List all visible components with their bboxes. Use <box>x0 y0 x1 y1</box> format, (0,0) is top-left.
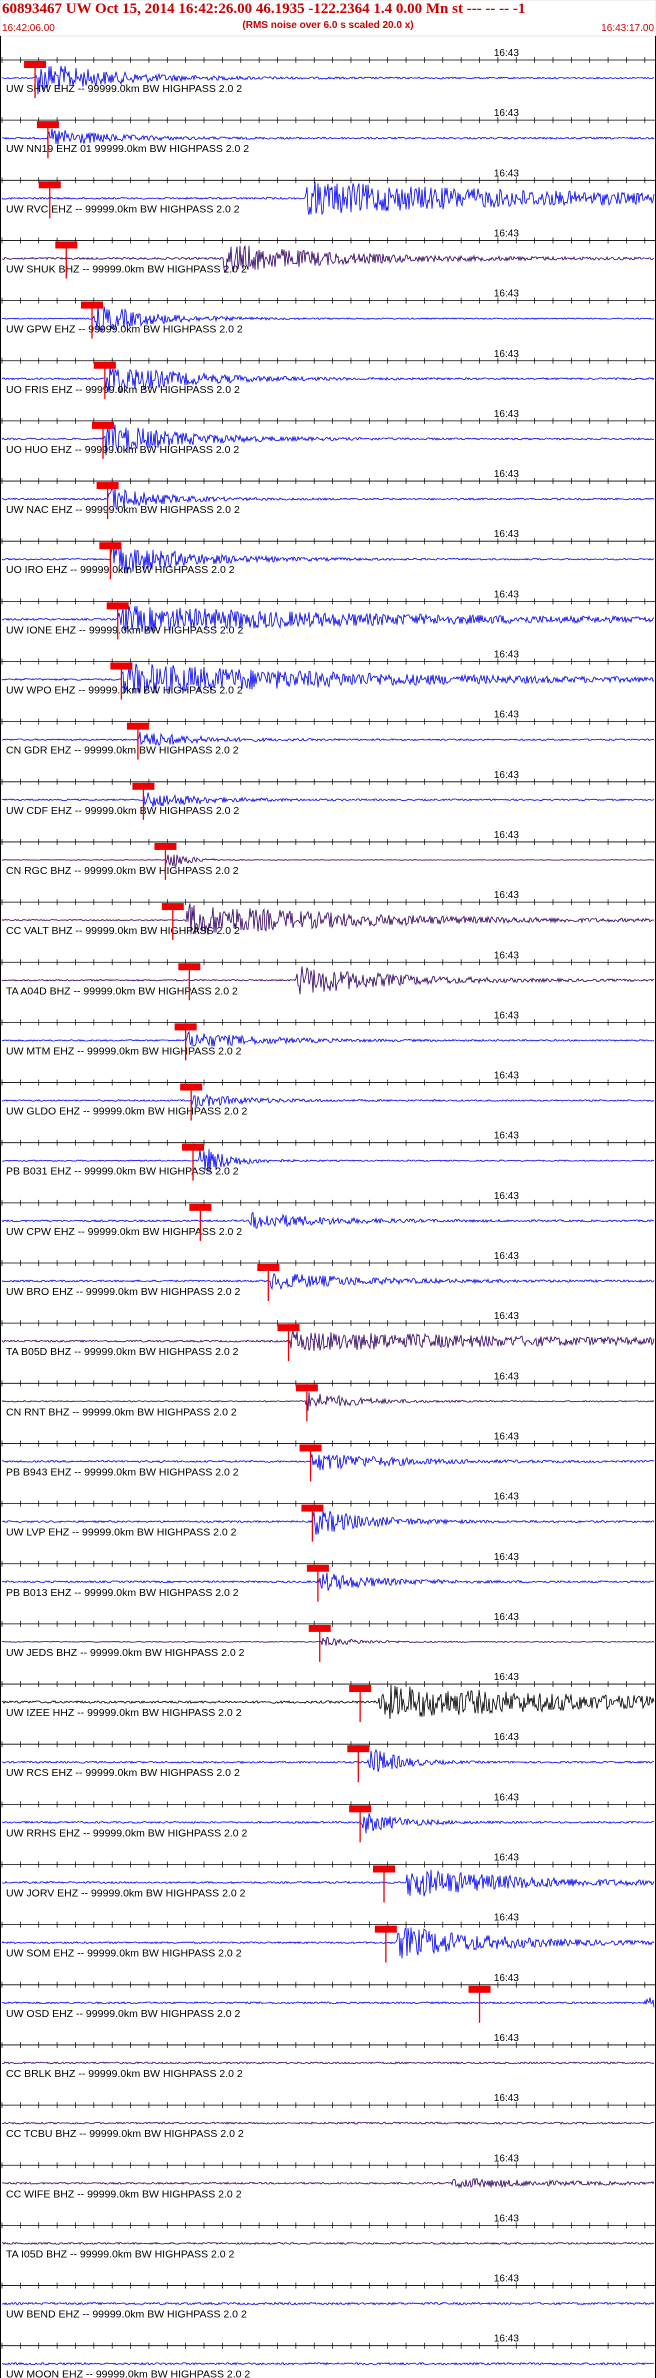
station-label: UW CPW EHZ -- 99999.0km BW HIGHPASS 2.0 … <box>6 1226 242 1238</box>
tick-label: 16:43 <box>494 1191 519 1202</box>
tick-label: 16:43 <box>494 108 519 119</box>
station-label: UW SHUK BHZ -- 99999.0km BW HIGHPASS 2.0… <box>6 263 247 275</box>
tick-label: 16:43 <box>494 770 519 781</box>
station-label: CN GDR EHZ -- 99999.0km BW HIGHPASS 2.0 … <box>6 745 239 757</box>
tick-label: 16:43 <box>494 1492 519 1503</box>
tick-label: 16:43 <box>494 710 519 721</box>
station-label: UW BEND EHZ -- 99999.0km BW HIGHPASS 2.0… <box>6 2309 247 2321</box>
station-label: UO IRO EHZ -- 99999.0km BW HIGHPASS 2.0 … <box>6 564 235 576</box>
tick-label: 16:43 <box>494 1853 519 1864</box>
tick-label: 16:43 <box>494 2033 519 2044</box>
tick-label: 16:43 <box>494 228 519 239</box>
tick-label: 16:43 <box>494 1371 519 1382</box>
station-label: UW SOM EHZ -- 99999.0km BW HIGHPASS 2.0 … <box>6 1948 242 1960</box>
station-label: CN RGC BHZ -- 99999.0km BW HIGHPASS 2.0 … <box>6 865 239 877</box>
station-label: UW GLDO EHZ -- 99999.0km BW HIGHPASS 2.0… <box>6 1106 248 1118</box>
tick-label: 16:43 <box>494 529 519 540</box>
station-label: UW RVC EHZ -- 99999.0km BW HIGHPASS 2.0 … <box>6 203 240 215</box>
station-label: UW RRHS EHZ -- 99999.0km BW HIGHPASS 2.0… <box>6 1827 248 1839</box>
station-label: CC TCBU BHZ -- 99999.0km BW HIGHPASS 2.0… <box>6 2128 244 2140</box>
station-label: UW MOON EHZ -- 99999.0km BW HIGHPASS 2.0… <box>6 2369 250 2378</box>
seismogram-plot: 60893467 UW Oct 15, 2014 16:42:26.00 46.… <box>0 0 656 2378</box>
tick-label: 16:43 <box>494 1732 519 1743</box>
tick-label: 16:43 <box>494 1792 519 1803</box>
station-label: PB B031 EHZ -- 99999.0km BW HIGHPASS 2.0… <box>6 1166 239 1178</box>
tick-label: 16:43 <box>494 1612 519 1623</box>
station-label: TA A04D BHZ -- 99999.0km BW HIGHPASS 2.0… <box>6 985 238 997</box>
tick-label: 16:43 <box>494 650 519 661</box>
tick-label: 16:43 <box>494 168 519 179</box>
station-label: UW IONE EHZ -- 99999.0km BW HIGHPASS 2.0… <box>6 624 243 636</box>
station-label: CC BRLK BHZ -- 99999.0km BW HIGHPASS 2.0… <box>6 2068 243 2080</box>
tick-label: 16:43 <box>494 589 519 600</box>
station-label: TA B05D BHZ -- 99999.0km BW HIGHPASS 2.0… <box>6 1346 239 1358</box>
header-subtitle: (RMS noise over 6.0 s scaled 20.0 x) <box>242 20 413 31</box>
tick-label: 16:43 <box>494 1071 519 1082</box>
station-label: PB B943 EHZ -- 99999.0km BW HIGHPASS 2.0… <box>6 1466 239 1478</box>
tick-label: 16:43 <box>494 349 519 360</box>
station-label: UW JORV EHZ -- 99999.0km BW HIGHPASS 2.0… <box>6 1888 246 1900</box>
station-label: UW MTM EHZ -- 99999.0km BW HIGHPASS 2.0 … <box>6 1045 242 1057</box>
tick-label: 16:43 <box>494 2213 519 2224</box>
station-label: UO FRIS EHZ -- 99999.0km BW HIGHPASS 2.0… <box>6 384 240 396</box>
station-label: UW JEDS BHZ -- 99999.0km BW HIGHPASS 2.0… <box>6 1647 245 1659</box>
tick-label: 16:43 <box>494 1913 519 1924</box>
tick-label: 16:43 <box>494 890 519 901</box>
tick-label: 16:43 <box>494 1311 519 1322</box>
station-label: UW BRO EHZ -- 99999.0km BW HIGHPASS 2.0 … <box>6 1286 241 1298</box>
station-label: CN RNT BHZ -- 99999.0km BW HIGHPASS 2.0 … <box>6 1406 237 1418</box>
station-label: UW LVP EHZ -- 99999.0km BW HIGHPASS 2.0 … <box>6 1527 237 1539</box>
tick-label: 16:43 <box>494 2093 519 2104</box>
station-label: UW WPO EHZ -- 99999.0km BW HIGHPASS 2.0 … <box>6 685 243 697</box>
header-title: 60893467 UW Oct 15, 2014 16:42:26.00 46.… <box>2 1 525 17</box>
station-label: UW OSD EHZ -- 99999.0km BW HIGHPASS 2.0 … <box>6 2008 241 2020</box>
tick-label: 16:43 <box>494 1431 519 1442</box>
tick-label: 16:43 <box>494 830 519 841</box>
station-label: UW SHW EHZ -- 99999.0km BW HIGHPASS 2.0 … <box>6 83 242 95</box>
tick-label: 16:43 <box>494 1552 519 1563</box>
tick-label: 16:43 <box>494 1973 519 1984</box>
station-label: UW CDF EHZ -- 99999.0km BW HIGHPASS 2.0 … <box>6 805 239 817</box>
tick-label: 16:43 <box>494 1251 519 1262</box>
header-start-time: 16:42:06.00 <box>2 23 55 34</box>
tick-label: 16:43 <box>494 1131 519 1142</box>
tick-label: 16:43 <box>494 950 519 961</box>
station-label: UW NAC EHZ -- 99999.0km BW HIGHPASS 2.0 … <box>6 504 240 516</box>
station-label: UO HUO EHZ -- 99999.0km BW HIGHPASS 2.0 … <box>6 444 239 456</box>
tick-label: 16:43 <box>494 289 519 300</box>
station-label: PB B013 EHZ -- 99999.0km BW HIGHPASS 2.0… <box>6 1587 239 1599</box>
tick-label: 16:43 <box>494 48 519 59</box>
station-label: UW GPW EHZ -- 99999.0km BW HIGHPASS 2.0 … <box>6 324 243 336</box>
station-label: TA I05D BHZ -- 99999.0km BW HIGHPASS 2.0… <box>6 2248 235 2260</box>
tick-label: 16:43 <box>494 1010 519 1021</box>
header-end-time: 16:43:17.00 <box>601 23 654 34</box>
tick-label: 16:43 <box>494 2274 519 2285</box>
station-label: UW IZEE HHZ -- 99999.0km BW HIGHPASS 2.0… <box>6 1707 242 1719</box>
station-label: CC WIFE BHZ -- 99999.0km BW HIGHPASS 2.0… <box>6 2188 242 2200</box>
tick-label: 16:43 <box>494 469 519 480</box>
tick-label: 16:43 <box>494 1672 519 1683</box>
station-label: CC VALT BHZ -- 99999.0km BW HIGHPASS 2.0… <box>6 925 240 937</box>
station-label: UW NN19 EHZ 01 99999.0km BW HIGHPASS 2.0… <box>6 143 249 155</box>
plot-background <box>0 0 656 2378</box>
station-label: UW RCS EHZ -- 99999.0km BW HIGHPASS 2.0 … <box>6 1767 240 1779</box>
tick-label: 16:43 <box>494 2334 519 2345</box>
tick-label: 16:43 <box>494 409 519 420</box>
tick-label: 16:43 <box>494 2153 519 2164</box>
